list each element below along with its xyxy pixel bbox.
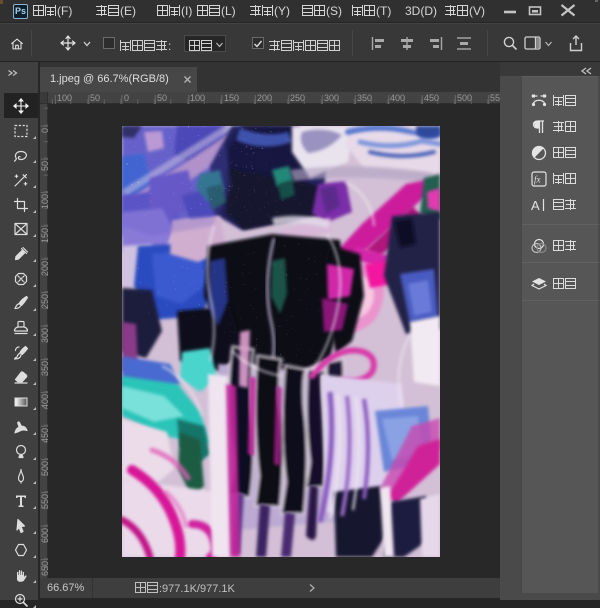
svg-text:A: A: [531, 198, 540, 213]
svg-text:fx: fx: [534, 175, 541, 185]
